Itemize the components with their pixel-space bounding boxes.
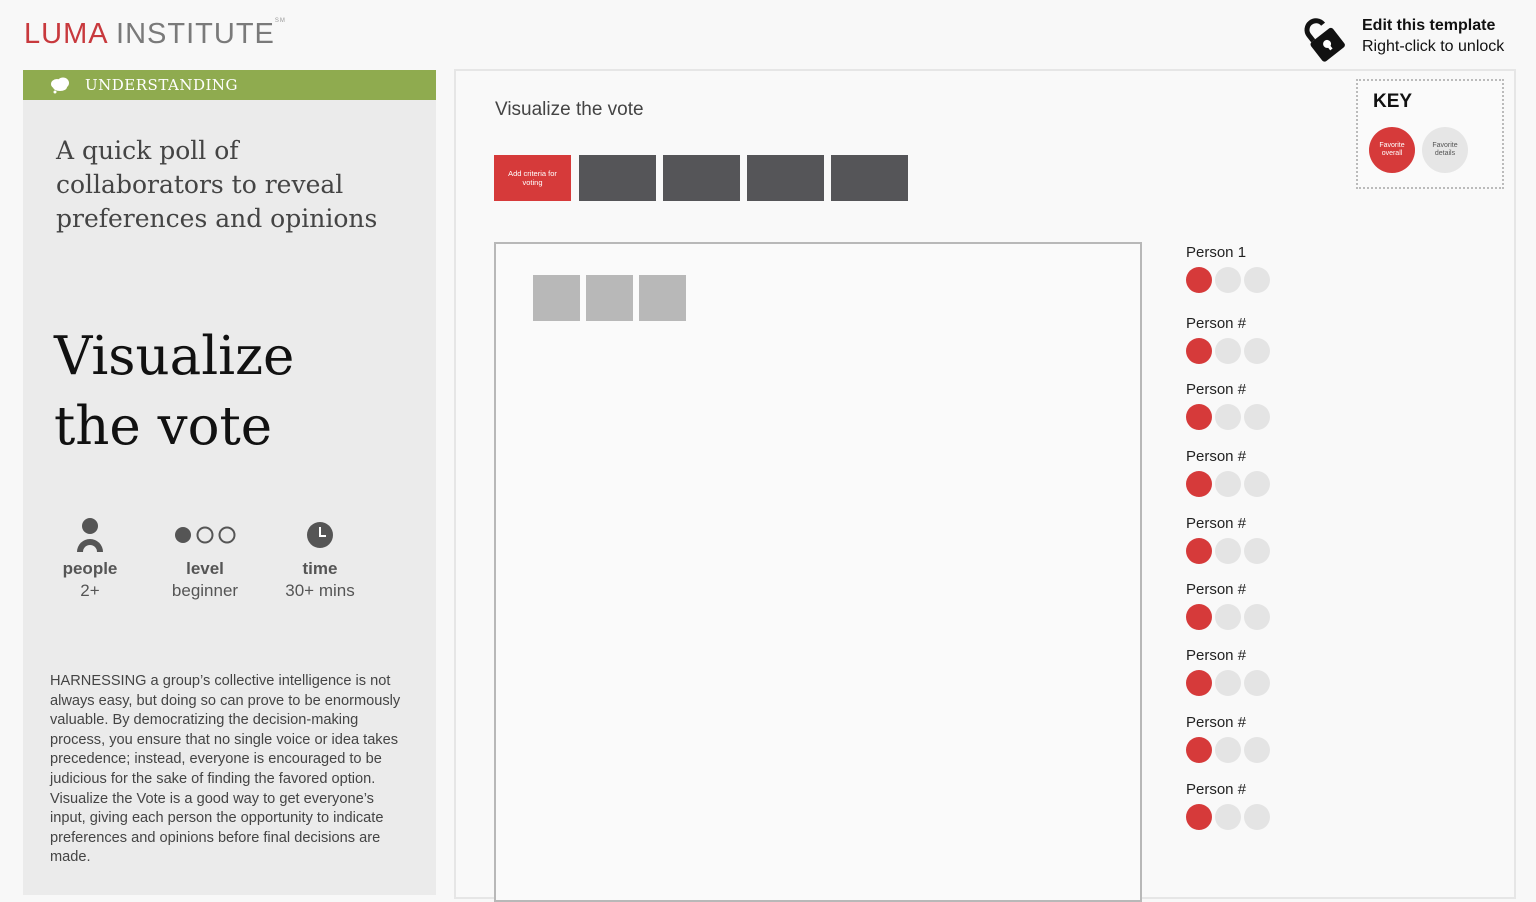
favorite-details-vote-dot[interactable] xyxy=(1215,604,1241,630)
favorite-details-vote-dot[interactable] xyxy=(1215,670,1241,696)
voter-row: Person # xyxy=(1186,647,1306,696)
favorite-details-vote-dot[interactable] xyxy=(1215,538,1241,564)
favorite-details-vote-dot[interactable] xyxy=(1244,471,1270,497)
favorite-details-vote-dot[interactable] xyxy=(1244,538,1270,564)
voter-name[interactable]: Person # xyxy=(1186,515,1306,532)
favorite-overall-vote-dot[interactable] xyxy=(1186,267,1212,293)
meta-time: time 30+ mins xyxy=(265,515,375,601)
favorite-details-vote-dot[interactable] xyxy=(1244,804,1270,830)
favorite-overall-dot: Favorite overall xyxy=(1369,127,1415,173)
criteria-card[interactable]: Add criteria for voting xyxy=(494,155,571,201)
canvas-title[interactable]: Visualize the vote xyxy=(495,99,644,121)
lock-icon xyxy=(1304,18,1345,62)
criteria-card[interactable] xyxy=(747,155,824,201)
logo-secondary: INSTITUTE xyxy=(116,18,275,50)
option-card[interactable] xyxy=(586,275,633,321)
voter-name[interactable]: Person # xyxy=(1186,448,1306,465)
favorite-details-vote-dot[interactable] xyxy=(1215,471,1241,497)
method-intro: A quick poll of collaborators to reveal … xyxy=(56,136,378,233)
voter-row: Person # xyxy=(1186,714,1306,763)
voter-name[interactable]: Person # xyxy=(1186,781,1306,798)
voter-row: Person # xyxy=(1186,448,1306,497)
favorite-overall-vote-dot[interactable] xyxy=(1186,338,1212,364)
voter-row: Person # xyxy=(1186,381,1306,430)
voter-name[interactable]: Person # xyxy=(1186,315,1306,332)
voter-row: Person # xyxy=(1186,581,1306,630)
voter-name[interactable]: Person # xyxy=(1186,714,1306,731)
luma-logo: LUMA INSTITUTESM xyxy=(24,18,286,51)
voting-board[interactable] xyxy=(494,242,1142,902)
voter-name[interactable]: Person # xyxy=(1186,581,1306,598)
favorite-details-vote-dot[interactable] xyxy=(1244,670,1270,696)
key-title: KEY xyxy=(1373,91,1413,112)
voter-row: Person # xyxy=(1186,315,1306,364)
meta-people-value: 2+ xyxy=(80,581,100,600)
thought-cloud-icon xyxy=(51,77,69,94)
favorite-overall-vote-dot[interactable] xyxy=(1186,604,1212,630)
criteria-card[interactable] xyxy=(663,155,740,201)
unlock-template[interactable]: Edit this template Right-click to unlock xyxy=(1298,12,1528,64)
meta-level-label: level xyxy=(186,559,224,578)
meta-people-label: people xyxy=(62,559,118,578)
voter-row: Person # xyxy=(1186,781,1306,830)
favorite-details-vote-dot[interactable] xyxy=(1215,737,1241,763)
criteria-card[interactable] xyxy=(831,155,908,201)
favorite-details-vote-dot[interactable] xyxy=(1244,737,1270,763)
level-dots-icon xyxy=(175,526,236,544)
logo-primary: LUMA xyxy=(24,18,107,50)
favorite-details-vote-dot[interactable] xyxy=(1244,604,1270,630)
favorite-overall-vote-dot[interactable] xyxy=(1186,404,1212,430)
meta-people: people 2+ xyxy=(35,515,145,601)
favorite-details-vote-dot[interactable] xyxy=(1215,804,1241,830)
method-title-line2: the vote xyxy=(54,396,273,457)
meta-level-value: beginner xyxy=(171,581,239,600)
voter-row: Person # xyxy=(1186,515,1306,564)
meta-level: level beginner xyxy=(150,515,260,601)
voter-row: Person 1 xyxy=(1186,244,1306,293)
favorite-overall-vote-dot[interactable] xyxy=(1186,471,1212,497)
clock-icon xyxy=(307,522,333,548)
favorite-details-vote-dot[interactable] xyxy=(1244,267,1270,293)
option-card[interactable] xyxy=(639,275,686,321)
favorite-overall-vote-dot[interactable] xyxy=(1186,804,1212,830)
favorite-overall-vote-dot[interactable] xyxy=(1186,737,1212,763)
favorite-details-vote-dot[interactable] xyxy=(1215,267,1241,293)
method-title-line1: Visualize xyxy=(54,326,295,387)
method-description: HARNESSING a group’s collective intellig… xyxy=(50,673,401,866)
person-icon xyxy=(77,518,103,552)
criteria-card-label: Add criteria for voting xyxy=(508,169,557,187)
voter-name[interactable]: Person 1 xyxy=(1186,244,1306,261)
category-banner: UNDERSTANDING xyxy=(23,70,436,100)
favorite-details-dot: Favorite details xyxy=(1422,127,1468,173)
method-title: Visualize the vote xyxy=(54,322,384,462)
meta-time-label: time xyxy=(302,559,338,578)
favorite-overall-vote-dot[interactable] xyxy=(1186,538,1212,564)
voter-name[interactable]: Person # xyxy=(1186,647,1306,664)
favorite-details-vote-dot[interactable] xyxy=(1244,404,1270,430)
meta-time-value: 30+ mins xyxy=(285,581,355,600)
favorite-details-vote-dot[interactable] xyxy=(1215,338,1241,364)
method-sidebar: UNDERSTANDING A quick poll of collaborat… xyxy=(23,70,436,895)
favorite-overall-vote-dot[interactable] xyxy=(1186,670,1212,696)
favorite-details-vote-dot[interactable] xyxy=(1244,338,1270,364)
vote-key: KEY Favorite overall Favorite details xyxy=(1356,79,1504,189)
category-label: UNDERSTANDING xyxy=(85,76,239,94)
option-card[interactable] xyxy=(533,275,580,321)
unlock-subtitle: Right-click to unlock xyxy=(1362,38,1505,55)
voter-name[interactable]: Person # xyxy=(1186,381,1306,398)
unlock-title: Edit this template xyxy=(1362,17,1496,34)
favorite-details-vote-dot[interactable] xyxy=(1215,404,1241,430)
logo-mark: SM xyxy=(274,18,286,24)
criteria-card[interactable] xyxy=(579,155,656,201)
